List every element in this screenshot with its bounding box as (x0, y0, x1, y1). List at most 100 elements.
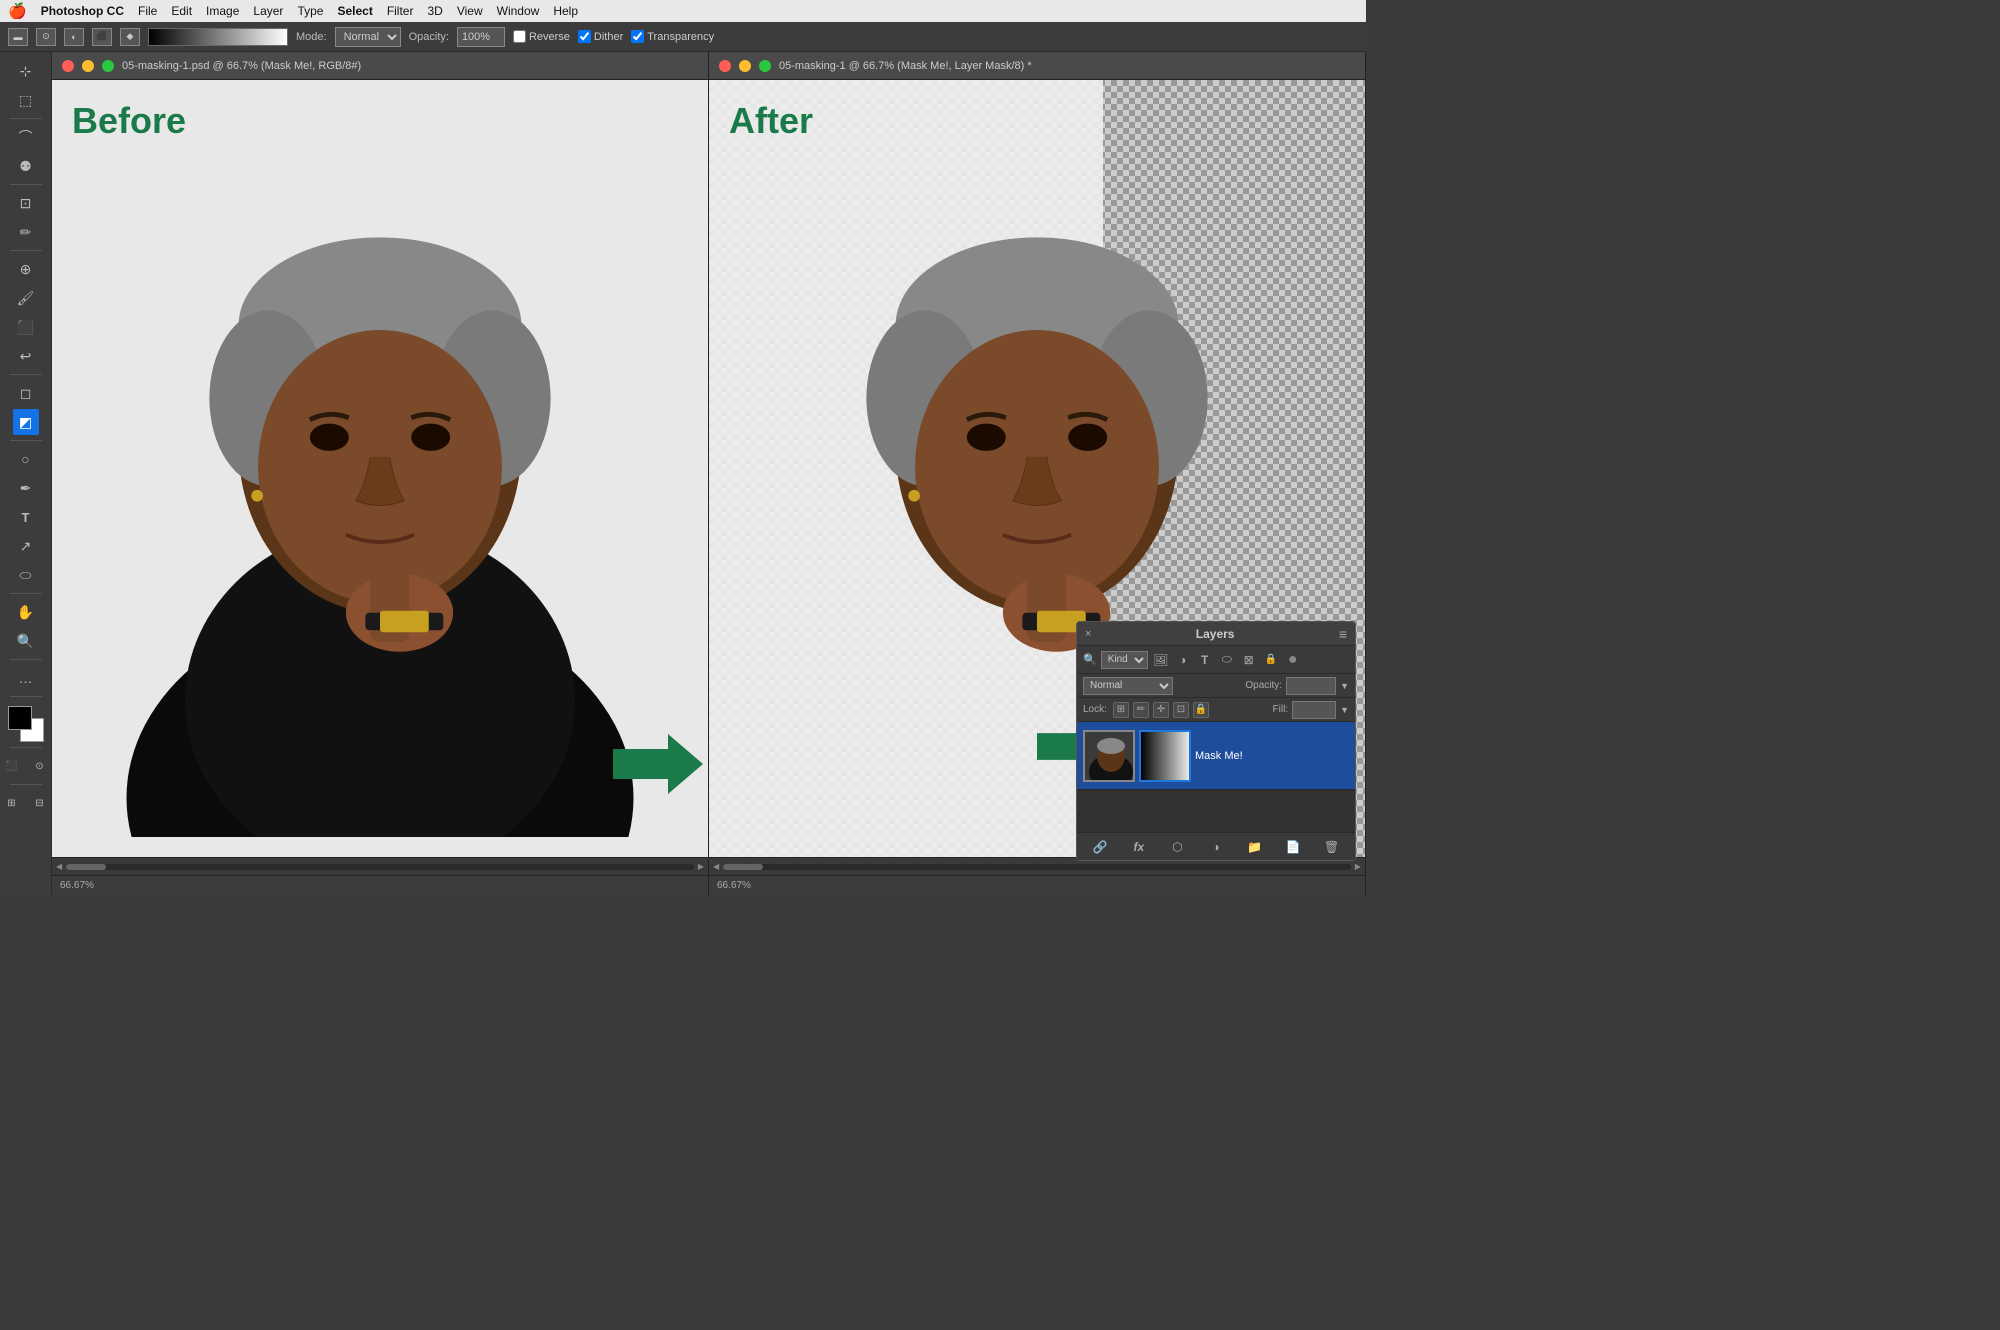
gradient-radial-btn[interactable]: ⊙ (36, 28, 56, 46)
dither-checkbox[interactable] (578, 30, 591, 43)
dither-checkbox-label[interactable]: Dither (578, 30, 623, 43)
filter-shape-btn[interactable]: ⬭ (1218, 651, 1236, 669)
gradient-angle-btn[interactable]: ◐ (64, 28, 84, 46)
gradient-preview[interactable] (148, 28, 288, 46)
left-scroll-track[interactable] (66, 864, 694, 870)
crop-tool[interactable]: ⊡ (13, 190, 39, 216)
dodge-tool[interactable]: ○ (13, 446, 39, 472)
shape-tool[interactable]: ⬭ (13, 562, 39, 588)
reverse-checkbox-label[interactable]: Reverse (513, 30, 570, 43)
left-minimize-btn[interactable] (82, 60, 94, 72)
menu-layer[interactable]: Layer (253, 4, 283, 18)
new-layer-btn[interactable]: 📄 (1283, 837, 1303, 857)
lock-paint-btn[interactable]: ✏ (1133, 702, 1149, 718)
color-swatches[interactable] (8, 706, 44, 742)
tool-screen-row: ⊞ ⊟ (0, 790, 53, 816)
lock-artboard-btn[interactable]: ⊡ (1173, 702, 1189, 718)
left-scroll-right[interactable]: ▶ (698, 862, 704, 871)
layer-thumbnail (1083, 730, 1135, 782)
layers-panel-menu-btn[interactable]: ≡ (1339, 626, 1347, 642)
right-close-btn[interactable] (719, 60, 731, 72)
zoom-tool[interactable]: 🔍 (13, 628, 39, 654)
fullscreen-mode-btn[interactable]: ⊟ (27, 790, 53, 816)
add-style-btn[interactable]: fx (1129, 837, 1149, 857)
filter-lock-btn[interactable]: 🔒 (1262, 651, 1280, 669)
layers-panel-close-btn[interactable]: × (1085, 628, 1091, 640)
filter-smart-btn[interactable]: ⊠ (1240, 651, 1258, 669)
foreground-color-swatch[interactable] (8, 706, 32, 730)
left-close-btn[interactable] (62, 60, 74, 72)
left-canvas-panel: 05-masking-1.psd @ 66.7% (Mask Me!, RGB/… (52, 52, 709, 895)
gradient-tool[interactable]: ◩ (13, 409, 39, 435)
hand-tool[interactable]: ✋ (13, 599, 39, 625)
fill-input[interactable]: 100% (1292, 701, 1336, 719)
path-tool[interactable]: ↗ (13, 533, 39, 559)
quick-select-tool[interactable]: ⚉ (13, 153, 39, 179)
apple-icon[interactable]: 🍎 (8, 2, 27, 20)
opacity-input[interactable] (457, 27, 505, 47)
menu-edit[interactable]: Edit (171, 4, 192, 18)
filter-pixel-btn[interactable]: 🖼 (1152, 651, 1170, 669)
delete-layer-btn[interactable]: 🗑 (1322, 837, 1342, 857)
transparency-checkbox[interactable] (631, 30, 644, 43)
marquee-tool[interactable]: ⬚ (13, 87, 39, 113)
gradient-reflected-btn[interactable]: ⬛ (92, 28, 112, 46)
fill-chevron[interactable]: ▼ (1340, 705, 1349, 715)
dither-label: Dither (594, 31, 623, 43)
filter-adjust-btn[interactable]: ◑ (1174, 651, 1192, 669)
right-scroll-track[interactable] (723, 864, 1351, 870)
heal-tool[interactable]: ⊕ (13, 256, 39, 282)
quick-mask-btn[interactable]: ⊙ (27, 753, 53, 779)
right-scroll-right[interactable]: ▶ (1355, 862, 1361, 871)
more-tool[interactable]: … (13, 665, 39, 691)
gradient-diamond-btn[interactable]: ◆ (120, 28, 140, 46)
lock-all-btn[interactable]: 🔒 (1193, 702, 1209, 718)
move-tool[interactable]: ⊹ (13, 58, 39, 84)
history-brush-tool[interactable]: ↩ (13, 343, 39, 369)
filter-text-btn[interactable]: T (1196, 651, 1214, 669)
left-maximize-btn[interactable] (102, 60, 114, 72)
standard-mode-btn[interactable]: ⬛ (0, 753, 25, 779)
screen-mode-btn[interactable]: ⊞ (0, 790, 25, 816)
mode-dropdown[interactable]: Normal (335, 27, 401, 47)
opacity-chevron[interactable]: ▼ (1340, 681, 1349, 691)
add-mask-btn[interactable]: ⬡ (1167, 837, 1187, 857)
pen-tool[interactable]: ✒ (13, 475, 39, 501)
menu-3d[interactable]: 3D (427, 4, 442, 18)
blend-mode-dropdown[interactable]: Normal (1083, 677, 1173, 695)
menu-select[interactable]: Select (337, 4, 372, 18)
brush-tool[interactable]: 🖌 (13, 285, 39, 311)
menu-file[interactable]: File (138, 4, 157, 18)
new-group-btn[interactable]: 📁 (1245, 837, 1265, 857)
left-scroll-left[interactable]: ◀ (56, 862, 62, 871)
adjustment-btn[interactable]: ◑ (1206, 837, 1226, 857)
menu-image[interactable]: Image (206, 4, 239, 18)
lasso-tool[interactable]: ⌒ (13, 124, 39, 150)
menu-window[interactable]: Window (497, 4, 540, 18)
stamp-tool[interactable]: ⬛ (13, 314, 39, 340)
link-layers-btn[interactable]: 🔗 (1090, 837, 1110, 857)
menu-view[interactable]: View (457, 4, 483, 18)
layer-row-mask-me[interactable]: Mask Me! (1077, 722, 1355, 790)
menu-help[interactable]: Help (553, 4, 578, 18)
menu-filter[interactable]: Filter (387, 4, 414, 18)
eraser-tool[interactable]: ◻ (13, 380, 39, 406)
opacity-input[interactable]: 100% (1286, 677, 1336, 695)
layer-mask-thumbnail[interactable] (1139, 730, 1191, 782)
gradient-linear-btn[interactable]: ▬ (8, 28, 28, 46)
right-minimize-btn[interactable] (739, 60, 751, 72)
left-canvas-area[interactable]: Before (52, 80, 708, 857)
transparency-checkbox-label[interactable]: Transparency (631, 30, 714, 43)
right-scroll-left[interactable]: ◀ (713, 862, 719, 871)
reverse-checkbox[interactable] (513, 30, 526, 43)
kind-dropdown[interactable]: Kind (1101, 651, 1148, 669)
text-tool[interactable]: T (13, 504, 39, 530)
eyedropper-tool[interactable]: ✏ (13, 219, 39, 245)
left-canvas-title: 05-masking-1.psd @ 66.7% (Mask Me!, RGB/… (122, 60, 361, 72)
lock-position-btn[interactable]: ✛ (1153, 702, 1169, 718)
transparency-label: Transparency (647, 31, 714, 43)
menu-type[interactable]: Type (297, 4, 323, 18)
lock-pixels-btn[interactable]: ⊞ (1113, 702, 1129, 718)
right-maximize-btn[interactable] (759, 60, 771, 72)
filter-dot-btn[interactable]: ● (1284, 651, 1302, 669)
